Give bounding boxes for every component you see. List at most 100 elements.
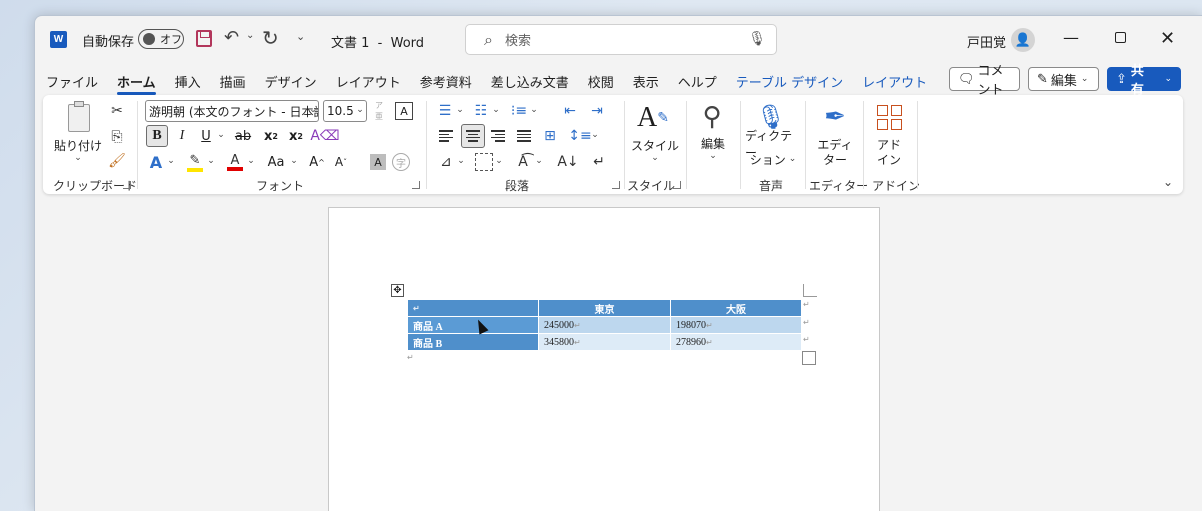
header-cell-tokyo[interactable]: 東京 — [538, 299, 671, 317]
chevron-down-icon[interactable]: ⌄ — [530, 105, 538, 115]
paste-chevron-down-icon[interactable]: ⌄ — [73, 153, 83, 163]
addins-grid-icon[interactable] — [875, 103, 903, 131]
tab-home[interactable]: ホーム — [117, 72, 156, 95]
styles-button[interactable]: スタイル — [627, 137, 683, 153]
collapse-ribbon-chevron-icon[interactable]: ⌄ — [1161, 175, 1175, 189]
paste-button[interactable]: 貼り付け — [53, 137, 103, 153]
shrink-font-icon[interactable]: Aˇ — [331, 151, 351, 173]
borders-icon[interactable] — [475, 153, 493, 171]
clear-formatting-icon[interactable]: A⌫ — [310, 125, 339, 147]
change-case-icon[interactable]: Aa — [262, 151, 290, 173]
character-border-icon[interactable]: A — [395, 102, 413, 120]
grow-font-icon[interactable]: A ^ — [307, 151, 327, 173]
superscript-button[interactable]: x2 — [286, 125, 306, 147]
subscript-button[interactable]: x2 — [261, 125, 281, 147]
numbering-icon[interactable]: ☷ — [471, 101, 491, 121]
paragraph-launcher-icon[interactable] — [612, 181, 620, 189]
chevron-down-icon[interactable]: ⌄ — [591, 130, 599, 140]
align-left-icon[interactable] — [435, 125, 457, 147]
save-icon[interactable] — [196, 30, 212, 47]
chevron-down-icon[interactable]: ⌄ — [217, 130, 225, 140]
chevron-down-icon[interactable]: ⌄ — [456, 105, 464, 115]
show-formatting-marks-icon[interactable]: ↵ — [589, 151, 609, 173]
undo-dropdown-icon[interactable]: ⌄ — [246, 30, 254, 41]
tab-help[interactable]: ヘルプ — [678, 72, 717, 91]
underline-button[interactable]: U — [196, 125, 216, 147]
paste-icon[interactable] — [61, 101, 97, 135]
dictate-button-line2[interactable]: ション ⌄ — [745, 152, 801, 167]
editor-pen-icon[interactable]: ✒ — [818, 101, 852, 133]
multilevel-list-icon[interactable]: ⁝≡ — [509, 101, 529, 121]
addins-button[interactable]: アド — [869, 137, 909, 152]
editing-mode-button[interactable]: ✎ 編集 ⌄ — [1028, 67, 1099, 91]
tab-table-design[interactable]: テーブル デザイン — [736, 72, 843, 91]
close-icon[interactable]: ✕ — [1160, 28, 1175, 49]
justify-icon[interactable] — [513, 125, 535, 147]
styles-icon[interactable]: A ✎ — [635, 101, 671, 135]
row-label-cell[interactable]: 商品 B — [407, 333, 539, 351]
tab-references[interactable]: 参考資料 — [420, 72, 472, 91]
chevron-down-icon[interactable]: ⌄ — [167, 156, 175, 166]
highlight-color-icon[interactable]: ✎ — [184, 151, 206, 173]
sort-icon[interactable]: A↓ — [557, 151, 578, 173]
tab-layout[interactable]: レイアウト — [336, 72, 401, 91]
addins-button-line2[interactable]: イン — [869, 152, 909, 167]
font-launcher-icon[interactable] — [412, 181, 420, 189]
font-color-icon[interactable]: A — [224, 151, 246, 173]
distributed-icon[interactable]: ⊞ — [539, 125, 561, 147]
tab-review[interactable]: 校閲 — [588, 72, 614, 91]
comment-button[interactable]: 🗨 コメント — [949, 64, 1020, 98]
copy-icon[interactable]: ⎘ — [107, 127, 127, 147]
tab-design[interactable]: デザイン — [265, 72, 317, 91]
microphone-icon[interactable]: 🎙 — [748, 31, 766, 47]
shading-icon[interactable]: ⊿ — [436, 151, 456, 173]
format-painter-icon[interactable]: 🖌 — [107, 151, 127, 171]
phonetic-guide-icon[interactable]: ア亜 — [373, 101, 385, 121]
minimize-icon[interactable]: — — [1063, 28, 1079, 47]
tab-insert[interactable]: 挿入 — [175, 72, 201, 91]
editing-button[interactable]: 編集 — [693, 135, 733, 151]
tab-file[interactable]: ファイル — [46, 72, 98, 91]
character-shading-icon[interactable]: A — [370, 154, 386, 170]
styles-launcher-icon[interactable] — [673, 181, 681, 189]
table-move-handle-icon[interactable]: ✥ — [391, 284, 404, 297]
strikethrough-button[interactable]: ab — [231, 125, 255, 147]
redo-icon[interactable]: ↻ — [262, 26, 279, 50]
dictate-button[interactable]: ディクテー — [745, 129, 801, 160]
chevron-down-icon[interactable]: ⌄ — [290, 156, 298, 166]
editor-button[interactable]: エディ — [813, 137, 857, 152]
chevron-down-icon[interactable]: ⌄ — [247, 156, 255, 166]
chevron-down-icon[interactable]: ⌄ — [309, 105, 317, 115]
user-name[interactable]: 戸田覚 — [967, 32, 1006, 51]
chevron-down-icon[interactable]: ⌄ — [650, 153, 660, 163]
chevron-down-icon[interactable]: ⌄ — [207, 156, 215, 166]
table-resize-handle-icon[interactable] — [802, 351, 816, 365]
chevron-down-icon[interactable]: ⌄ — [457, 156, 465, 166]
chevron-down-icon[interactable]: ⌄ — [356, 105, 364, 115]
tab-view[interactable]: 表示 — [633, 72, 659, 91]
clipboard-launcher-icon[interactable] — [123, 181, 131, 189]
find-magnifier-icon[interactable]: ⚲ — [695, 101, 729, 133]
enclose-characters-icon[interactable]: 字 — [392, 153, 410, 171]
bold-button[interactable]: B — [146, 125, 168, 147]
chevron-down-icon[interactable]: ⌄ — [492, 105, 500, 115]
maximize-icon[interactable] — [1115, 32, 1126, 43]
header-cell-blank[interactable]: ↵ — [407, 299, 539, 317]
chevron-down-icon[interactable]: ⌄ — [495, 156, 503, 166]
row-label-cell[interactable]: 商品 A — [407, 316, 539, 334]
tab-table-layout[interactable]: レイアウト — [862, 72, 927, 91]
decrease-indent-icon[interactable]: ⇤ — [559, 101, 581, 121]
bullets-icon[interactable]: ☰ — [435, 101, 455, 121]
table-cell[interactable]: 345800↵ — [538, 333, 671, 351]
table-cell[interactable]: 278960↵ — [670, 333, 802, 351]
editor-button-line2[interactable]: ター — [813, 152, 857, 167]
customize-qat-icon[interactable]: ⌄ — [296, 30, 305, 43]
line-spacing-icon[interactable]: ↕≡ — [568, 125, 591, 147]
table-cell[interactable]: 245000↵ — [538, 316, 671, 334]
share-button[interactable]: ⇪ 共有 ⌄ — [1107, 64, 1181, 98]
font-name-select[interactable]: 游明朝 (本文のフォント - 日本語 — [145, 100, 319, 122]
asian-layout-icon[interactable]: A͡ — [513, 151, 533, 173]
data-table[interactable]: ↵ 東京 大阪 商品 A 245000↵ 198070↵ 商品 B 345800… — [407, 299, 802, 351]
autosave-toggle[interactable]: オフ — [138, 29, 184, 49]
align-right-icon[interactable] — [487, 125, 509, 147]
